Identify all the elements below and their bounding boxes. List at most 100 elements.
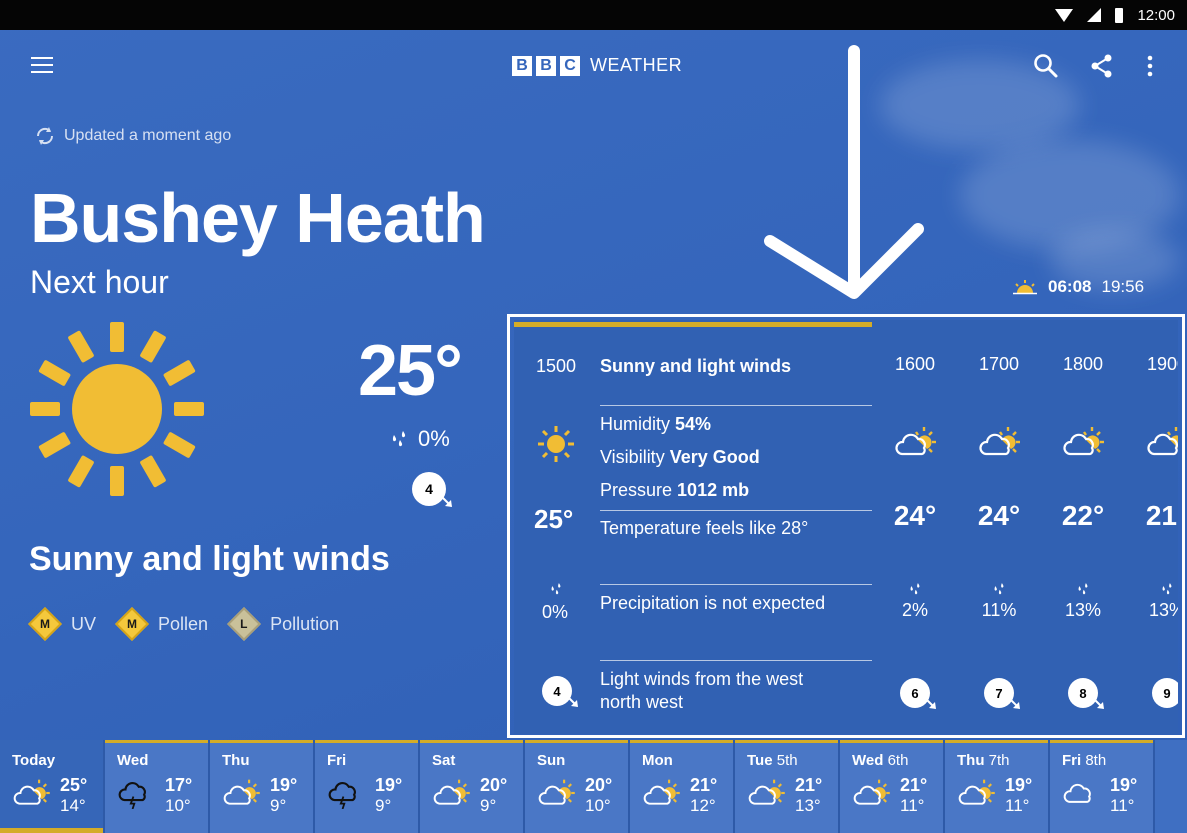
sunset-time: 19:56 <box>1101 277 1145 296</box>
weather-summary: Sunny and light winds <box>29 540 390 578</box>
day-low: 11° <box>1005 796 1030 815</box>
battery-icon <box>1115 7 1124 23</box>
day-low: 13° <box>795 796 821 815</box>
pollen-level-icon[interactable]: M <box>115 607 149 641</box>
hour-temperature: 24° <box>977 500 1021 531</box>
pressure-value: 1012 mb <box>677 480 750 500</box>
status-bar: 12:00 <box>0 0 1187 30</box>
location-name: Bushey Heath <box>30 179 486 257</box>
wind-speed-badge: 4 <box>412 472 452 507</box>
pressure: Pressure 1012 mb <box>600 480 750 500</box>
raindrops-icon <box>1162 583 1172 595</box>
humidity-value: 54% <box>675 414 712 434</box>
day-tab[interactable]: Today 25° 14° <box>0 740 105 833</box>
day-name: Tue 5th <box>747 752 798 769</box>
sun-icon <box>30 322 204 496</box>
hour-label: 1600 <box>894 354 936 374</box>
refresh-icon[interactable] <box>34 125 56 147</box>
bbc-weather-logo: B B C WEATHER <box>512 55 682 76</box>
day-name: Mon <box>642 752 673 769</box>
period-label: Next hour <box>30 264 169 300</box>
hour-temperature: 22° <box>1061 500 1105 531</box>
visibility: Visibility Very Good <box>600 447 760 467</box>
signal-icon <box>1087 8 1102 22</box>
day-tab[interactable]: Wed 17° 10° <box>105 740 210 833</box>
day-low: 9° <box>375 796 392 815</box>
hour-label: 1700 <box>978 354 1020 374</box>
environment-indices: M UV M Pollen L Pollution <box>28 607 359 641</box>
sun-cloud-icon <box>1063 427 1104 456</box>
day-tab[interactable]: Mon 21° 12° <box>630 740 735 833</box>
sun-cloud-icon <box>895 427 936 456</box>
day-name: Wed <box>117 752 149 769</box>
hour-wind-badge: 6 <box>900 678 936 709</box>
logo-word: WEATHER <box>590 55 683 75</box>
sun-icon <box>538 426 574 462</box>
visibility-value: Very Good <box>669 447 760 467</box>
hour-label: 1800 <box>1062 354 1104 374</box>
hour-precipitation: 11% <box>981 600 1017 620</box>
raindrops-icon <box>392 431 406 447</box>
hour-temperature: 24° <box>893 500 937 531</box>
sun-cloud-icon <box>433 779 470 805</box>
day-high: 19° <box>270 775 298 795</box>
selected-hour-indicator <box>514 322 872 327</box>
pollution-level-icon[interactable]: L <box>227 607 262 641</box>
day-tab[interactable]: Fri 8th 19° 11° <box>1050 740 1155 833</box>
day-name: Fri <box>327 752 347 769</box>
current-temperature: 25° <box>358 331 463 411</box>
raindrops-icon <box>551 583 561 595</box>
sun-cloud-icon <box>13 779 50 805</box>
humidity: Humidity 54% <box>600 414 712 434</box>
day-low: 9° <box>270 796 287 815</box>
day-tab[interactable]: Sat 20° 9° <box>420 740 525 833</box>
sun-cloud-icon <box>223 779 260 805</box>
sun-cloud-icon <box>853 779 890 805</box>
pollution-label[interactable]: Pollution <box>270 614 339 635</box>
day-name: Thu 7th <box>957 752 1010 769</box>
uv-level-icon[interactable]: M <box>28 607 62 641</box>
wind-text: Light winds from the west north west <box>600 669 804 712</box>
day-tab[interactable]: Wed 6th 21° 11° <box>840 740 945 833</box>
sun-cloud-icon <box>958 779 995 805</box>
day-low: 10° <box>585 796 611 815</box>
sun-cloud-icon <box>979 427 1020 456</box>
day-tab[interactable]: Fri 19° 9° <box>315 740 420 833</box>
day-high: 20° <box>480 775 508 795</box>
day-high: 19° <box>1005 775 1033 795</box>
menu-icon[interactable] <box>31 57 53 73</box>
pollen-label[interactable]: Pollen <box>158 614 208 635</box>
divider <box>600 510 872 511</box>
raindrops-icon <box>910 583 920 595</box>
day-high: 19° <box>375 775 403 795</box>
share-icon[interactable] <box>1088 52 1116 80</box>
hour-precipitation: 2% <box>901 600 928 620</box>
precipitation-text: Precipitation is not expected <box>600 593 826 613</box>
cloud-icon <box>1063 783 1091 803</box>
hour-temperature: 21° <box>1145 500 1178 531</box>
wind-direction-icon <box>1177 699 1178 701</box>
hourly-detail-panel[interactable]: 1500 Sunny and light winds Humidity 54% … <box>514 320 1178 734</box>
day-low: 14° <box>60 796 86 815</box>
wind-direction-icon <box>567 696 578 707</box>
day-tab[interactable]: Thu 19° 9° <box>210 740 315 833</box>
updated-status[interactable]: Updated a moment ago <box>34 125 231 147</box>
sun-cloud-icon <box>748 779 785 805</box>
day-tab[interactable]: Thu 7th 19° 11° <box>945 740 1050 833</box>
uv-label[interactable]: UV <box>71 614 96 635</box>
daily-forecast-strip: Today 25° 14° Wed 17° 10° Thu 19° 9° Fri… <box>0 740 1187 833</box>
day-high: 17° <box>165 775 193 795</box>
day-tab[interactable]: Tue 5th 21° 13° <box>735 740 840 833</box>
search-icon[interactable] <box>1032 52 1060 80</box>
day-high: 19° <box>1110 775 1138 795</box>
day-tab[interactable]: Sun 20° 10° <box>525 740 630 833</box>
updated-text: Updated a moment ago <box>64 127 232 144</box>
detail-wind-badge: 4 <box>542 676 578 707</box>
sunrise-icon <box>1013 280 1037 295</box>
day-low: 12° <box>690 796 716 815</box>
day-low: 9° <box>480 796 497 815</box>
wind-direction-icon <box>925 698 936 709</box>
wifi-icon <box>1055 8 1074 22</box>
logo-letter: B <box>536 55 556 76</box>
more-options-icon[interactable] <box>1136 52 1164 80</box>
